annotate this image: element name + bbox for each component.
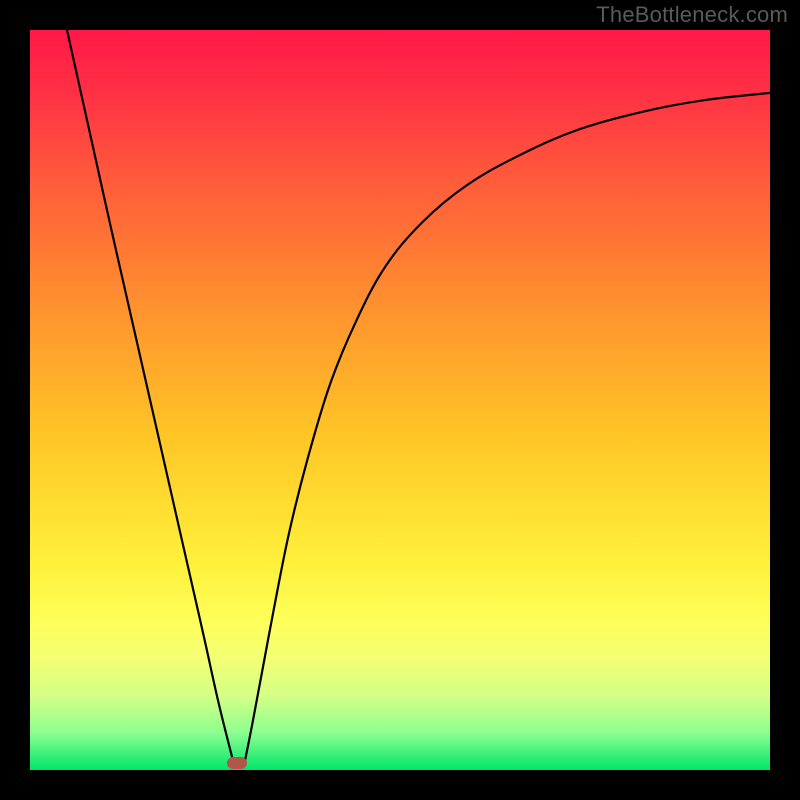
plot-area bbox=[30, 30, 770, 770]
chart-frame: TheBottleneck.com bbox=[0, 0, 800, 800]
left-descent-line bbox=[67, 30, 234, 763]
minimum-marker bbox=[227, 757, 247, 769]
watermark-text: TheBottleneck.com bbox=[596, 2, 788, 28]
curve-lines bbox=[30, 30, 770, 770]
right-ascent-line bbox=[245, 93, 770, 763]
